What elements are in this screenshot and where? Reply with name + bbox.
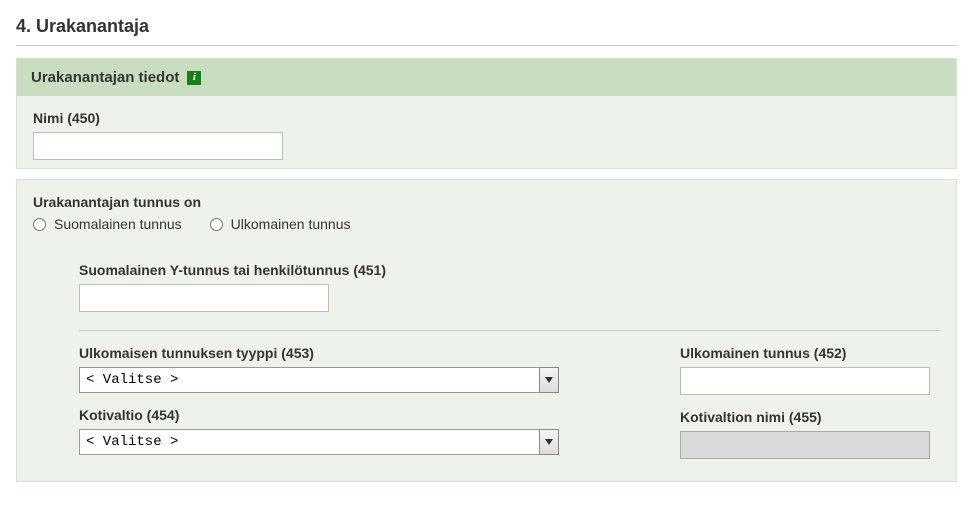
radio-fi-input[interactable]: [33, 218, 46, 231]
indent-block: Suomalainen Y-tunnus tai henkilötunnus (…: [79, 262, 940, 473]
radio-group: Suomalainen tunnus Ulkomainen tunnus: [33, 216, 940, 232]
foreign-id-input[interactable]: [680, 367, 930, 395]
home-country-select-wrap[interactable]: [79, 429, 559, 455]
radio-foreign-input[interactable]: [210, 218, 223, 231]
radio-foreign-label: Ulkomainen tunnus: [231, 216, 351, 232]
foreign-type-select-wrap[interactable]: [79, 367, 559, 393]
home-country-name-input: [680, 431, 930, 459]
section-panel-tunnus: Urakanantajan tunnus on Suomalainen tunn…: [16, 179, 957, 482]
foreign-type-label: Ulkomaisen tunnuksen tyyppi (453): [79, 345, 620, 361]
page-title: 4. Urakanantaja: [16, 16, 957, 37]
section-header-text: Urakanantajan tiedot: [31, 69, 179, 86]
sub-divider-1: [79, 330, 940, 331]
form-body-name: Nimi (450): [17, 96, 956, 168]
radio-item-fi[interactable]: Suomalainen tunnus: [33, 216, 182, 232]
name-input[interactable]: [33, 132, 283, 160]
foreign-type-select[interactable]: [79, 367, 559, 393]
radio-fi-label: Suomalainen tunnus: [54, 216, 182, 232]
foreign-id-label: Ulkomainen tunnus (452): [680, 345, 940, 361]
section-panel: Urakanantajan tiedot i Nimi (450): [16, 58, 957, 169]
info-icon[interactable]: i: [187, 71, 201, 85]
home-country-select[interactable]: [79, 429, 559, 455]
fi-id-input[interactable]: [79, 284, 329, 312]
form-body-tunnus: Urakanantajan tunnus on Suomalainen tunn…: [17, 180, 956, 481]
name-label: Nimi (450): [33, 110, 940, 126]
tunnus-group-label: Urakanantajan tunnus on: [33, 194, 940, 210]
title-divider: [16, 45, 957, 46]
home-country-name-label: Kotivaltion nimi (455): [680, 409, 940, 425]
fi-id-label: Suomalainen Y-tunnus tai henkilötunnus (…: [79, 262, 940, 278]
home-country-label: Kotivaltio (454): [79, 407, 620, 423]
section-header: Urakanantajan tiedot i: [17, 59, 956, 96]
radio-item-foreign[interactable]: Ulkomainen tunnus: [210, 216, 351, 232]
